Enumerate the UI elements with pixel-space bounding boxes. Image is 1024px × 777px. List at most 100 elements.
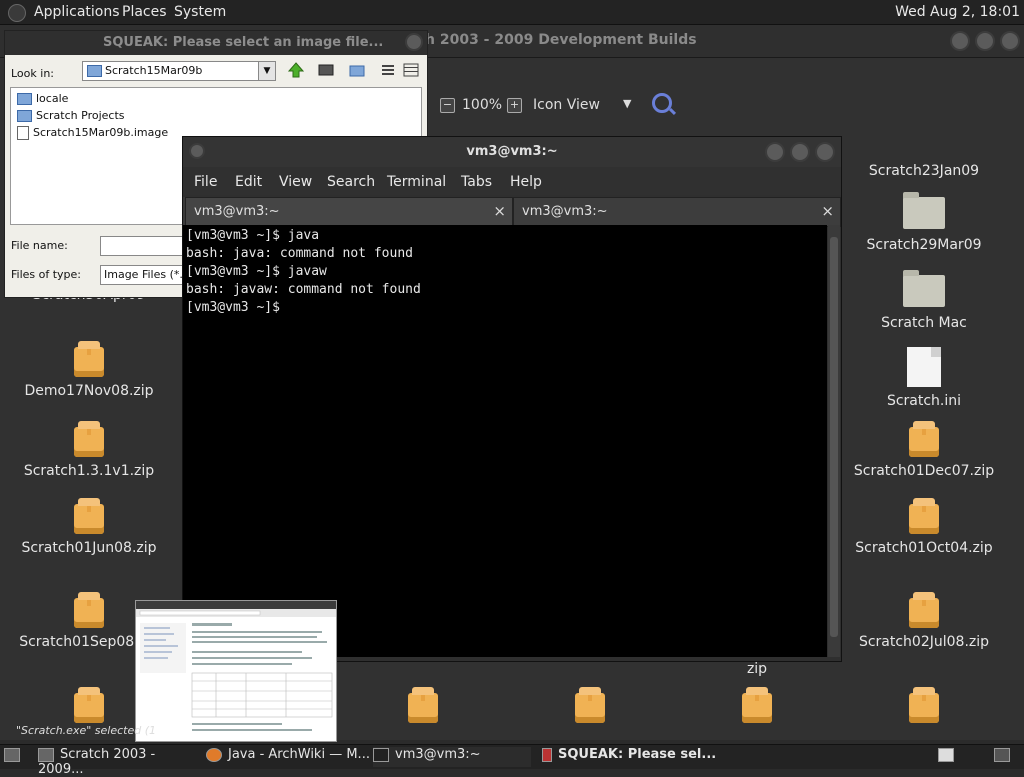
task-terminal[interactable]: vm3@vm3:~ — [373, 747, 531, 767]
up-folder-icon[interactable] — [287, 61, 305, 79]
desktop-icon[interactable] — [317, 61, 335, 79]
details-view-icon[interactable] — [402, 61, 420, 79]
terminal-output[interactable]: [vm3@vm3 ~]$ java bash: java: command no… — [183, 225, 827, 657]
folder-icon — [17, 93, 32, 105]
archive-icon[interactable] — [742, 687, 772, 723]
file-item[interactable]: Scratch29Mar09 — [849, 192, 999, 253]
terminal-line: [vm3@vm3 ~]$ java — [186, 228, 320, 243]
file-item[interactable]: Scratch01Jun08.zip — [14, 498, 164, 556]
chevron-down-icon[interactable]: ▼ — [258, 62, 275, 80]
zoom-level: 100% — [462, 97, 503, 113]
archive-icon — [909, 498, 939, 534]
top-panel: Applications Places System Wed Aug 2, 18… — [0, 0, 1024, 25]
terminal-scrollbar[interactable] — [828, 225, 840, 657]
tab-terminal-2[interactable]: vm3@vm3:~ × — [513, 197, 841, 227]
archive-icon — [909, 592, 939, 628]
browser-icon — [206, 747, 222, 762]
distro-logo-icon[interactable] — [8, 4, 26, 22]
menu-view[interactable]: View — [279, 174, 312, 190]
close-icon[interactable] — [815, 142, 835, 162]
terminal-tabbar: vm3@vm3:~ × vm3@vm3:~ × — [183, 197, 841, 227]
tab-terminal-1[interactable]: vm3@vm3:~ × — [185, 197, 513, 227]
menu-file[interactable]: File — [194, 174, 217, 190]
terminal-title: vm3@vm3:~ — [466, 144, 558, 159]
archive-icon[interactable] — [909, 687, 939, 723]
list-item[interactable]: Scratch15Mar09b.image — [17, 126, 168, 140]
terminal-line: [vm3@vm3 ~]$ javaw — [186, 264, 327, 279]
folder-icon — [903, 270, 945, 307]
look-in-value: Scratch15Mar09b — [105, 64, 203, 77]
list-item[interactable]: Scratch Projects — [17, 109, 125, 122]
maximize-icon[interactable] — [790, 142, 810, 162]
dialog-title: SQUEAK: Please select an image file... — [103, 35, 384, 50]
archive-icon[interactable] — [74, 687, 104, 723]
close-icon[interactable] — [1000, 31, 1020, 51]
zoom-in-icon[interactable]: + — [507, 98, 522, 113]
task-browser[interactable]: Java - ArchWiki — M... — [206, 747, 370, 767]
status-text: "Scratch.exe" selected (1 — [16, 724, 157, 737]
terminal-titlebar[interactable]: vm3@vm3:~ — [183, 137, 841, 167]
chevron-down-icon[interactable]: ▼ — [623, 97, 631, 110]
task-file-manager[interactable]: Scratch 2003 - 2009... — [38, 747, 202, 777]
look-in-select[interactable]: Scratch15Mar09b ▼ — [82, 61, 276, 81]
minimize-icon[interactable] — [950, 31, 970, 51]
folder-icon — [38, 747, 54, 762]
menu-search[interactable]: Search — [327, 174, 375, 190]
file-item[interactable]: zip — [682, 661, 832, 677]
terminal-menubar: File Edit View Search Terminal Tabs Help — [183, 167, 841, 195]
menu-help[interactable]: Help — [510, 174, 542, 190]
file-item[interactable]: Scratch23Jan09 — [849, 163, 999, 179]
close-icon[interactable] — [405, 33, 423, 51]
search-icon[interactable] — [652, 93, 672, 113]
show-desktop-icon[interactable] — [4, 747, 26, 767]
file-item[interactable]: Scratch02Jul08.zip — [849, 592, 999, 650]
file-name-label: File name: — [11, 239, 68, 252]
window-preview-thumbnail[interactable] — [135, 600, 337, 742]
file-item[interactable]: Scratch.ini — [849, 347, 999, 409]
new-folder-icon[interactable] — [348, 61, 366, 79]
view-mode-select[interactable]: Icon View — [533, 97, 600, 113]
trash-icon[interactable] — [994, 747, 1018, 767]
workspace-switcher-icon[interactable] — [938, 747, 958, 767]
file-item[interactable]: Scratch1.3.1v1.zip — [14, 421, 164, 479]
list-item[interactable]: locale — [17, 92, 68, 105]
list-view-icon[interactable] — [379, 61, 397, 79]
minimize-icon[interactable] — [765, 142, 785, 162]
look-in-label: Look in: — [11, 67, 54, 80]
task-squeak[interactable]: SQUEAK: Please sel... — [542, 747, 742, 767]
file-item[interactable]: Scratch01Dec07.zip — [849, 421, 999, 479]
archive-icon — [74, 592, 104, 628]
file-manager-title: h 2003 - 2009 Development Builds — [425, 32, 697, 48]
taskbar: Scratch 2003 - 2009... Java - ArchWiki —… — [0, 744, 1024, 777]
close-tab-icon[interactable]: × — [821, 202, 834, 220]
clock[interactable]: Wed Aug 2, 18:01 — [895, 4, 1020, 20]
zoom-out-icon[interactable]: − — [440, 98, 455, 113]
terminal-icon — [373, 747, 389, 762]
menu-tabs[interactable]: Tabs — [461, 174, 492, 190]
scrollbar-thumb[interactable] — [830, 237, 838, 637]
file-item[interactable]: Scratch01Oct04.zip — [849, 498, 999, 556]
dialog-titlebar[interactable]: SQUEAK: Please select an image file... — [5, 31, 427, 55]
squeak-icon — [542, 747, 552, 762]
folder-icon — [87, 65, 102, 77]
file-item[interactable]: Scratch Mac — [849, 270, 999, 331]
menu-edit[interactable]: Edit — [235, 174, 262, 190]
maximize-icon[interactable] — [975, 31, 995, 51]
menu-places[interactable]: Places — [122, 4, 167, 20]
archive-icon[interactable] — [408, 687, 438, 723]
close-tab-icon[interactable]: × — [493, 202, 506, 220]
menu-terminal[interactable]: Terminal — [387, 174, 446, 190]
file-manager-toolbar: − 100% + Icon View ▼ — [430, 87, 1024, 123]
folder-icon — [903, 192, 945, 229]
terminal-line: bash: java: command not found — [186, 246, 413, 261]
menu-applications[interactable]: Applications — [34, 4, 120, 20]
document-icon — [17, 126, 29, 140]
text-file-icon — [907, 347, 941, 387]
file-item[interactable]: Demo17Nov08.zip — [14, 341, 164, 399]
archive-icon — [74, 421, 104, 457]
archive-icon — [74, 498, 104, 534]
menu-system[interactable]: System — [174, 4, 226, 20]
folder-icon — [17, 110, 32, 122]
terminal-window: vm3@vm3:~ File Edit View Search Terminal… — [182, 136, 842, 662]
archive-icon[interactable] — [575, 687, 605, 723]
